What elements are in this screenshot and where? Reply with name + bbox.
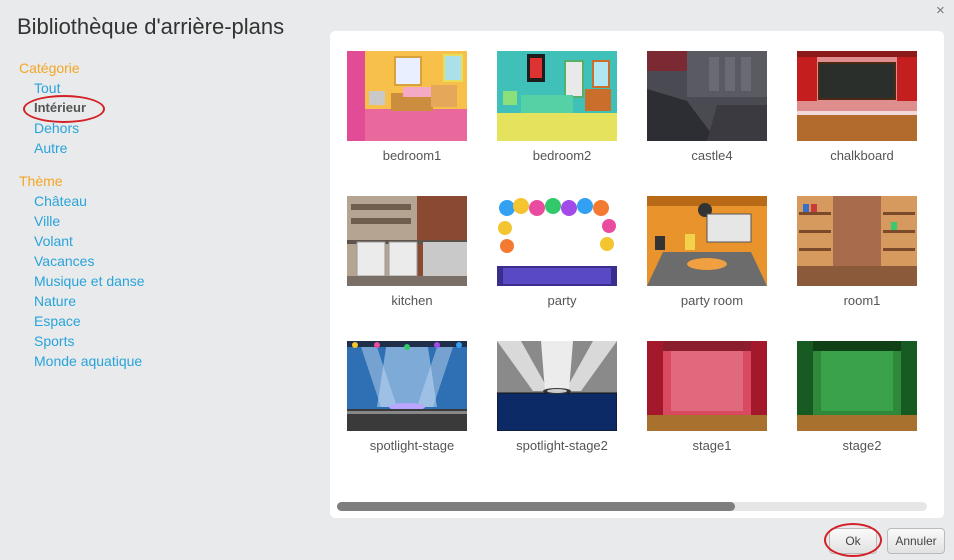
- backdrop-tile-stage1[interactable]: stage1: [637, 341, 767, 476]
- horizontal-scrollbar[interactable]: [337, 502, 927, 511]
- backdrop-tile-room1[interactable]: room1: [787, 196, 917, 331]
- theme-item-nature[interactable]: Nature: [19, 291, 319, 311]
- cancel-button[interactable]: Annuler: [887, 528, 945, 554]
- backdrop-label: room1: [843, 293, 881, 308]
- backdrop-tile-bedroom2[interactable]: bedroom2: [487, 51, 617, 186]
- backdrop-label: chalkboard: [830, 148, 894, 163]
- backdrop-label: party room: [680, 293, 744, 308]
- backdrop-thumbnail: [347, 196, 467, 286]
- theme-item-ville[interactable]: Ville: [19, 211, 319, 231]
- backdrop-tile-party-room[interactable]: party room: [637, 196, 767, 331]
- theme-item-espace[interactable]: Espace: [19, 311, 319, 331]
- backdrop-label: stage2: [842, 438, 882, 453]
- backdrop-tile-castle4[interactable]: castle4: [637, 51, 767, 186]
- backdrop-label: kitchen: [391, 293, 433, 308]
- backdrop-thumbnail: [797, 51, 917, 141]
- backdrop-thumbnail: [647, 196, 767, 286]
- backdrop-thumbnail: [347, 341, 467, 431]
- backdrop-label: spotlight-stage: [369, 438, 455, 453]
- theme-item-vacances[interactable]: Vacances: [19, 251, 319, 271]
- category-section-title: Catégorie: [19, 60, 80, 76]
- backdrop-label: bedroom1: [382, 148, 442, 163]
- backdrop-library-panel: bedroom1 bedroom2 castle4 chalkboard kit…: [330, 31, 944, 518]
- backdrop-tile-bedroom1[interactable]: bedroom1: [337, 51, 467, 186]
- category-item-tout[interactable]: Tout: [19, 78, 319, 98]
- backdrop-label: castle4: [691, 148, 733, 163]
- backdrop-thumbnail: [647, 341, 767, 431]
- category-item-dehors[interactable]: Dehors: [19, 118, 319, 138]
- category-item-interieur[interactable]: Intérieur: [19, 98, 319, 118]
- backdrop-tile-spotlight-stage[interactable]: spotlight-stage: [337, 341, 467, 476]
- close-icon[interactable]: ×: [936, 3, 950, 19]
- backdrop-tile-kitchen[interactable]: kitchen: [337, 196, 467, 331]
- ok-button[interactable]: Ok: [829, 528, 877, 554]
- backdrop-tile-party[interactable]: party: [487, 196, 617, 331]
- theme-item-sports[interactable]: Sports: [19, 331, 319, 351]
- backdrop-label: bedroom2: [532, 148, 592, 163]
- theme-item-chateau[interactable]: Château: [19, 191, 319, 211]
- backdrop-thumbnail: [797, 196, 917, 286]
- backdrop-thumbnail: [797, 341, 917, 431]
- theme-item-volant[interactable]: Volant: [19, 231, 319, 251]
- backdrop-thumbnail: [497, 51, 617, 141]
- theme-item-monde-aquatique[interactable]: Monde aquatique: [19, 351, 319, 371]
- theme-section-title: Thème: [19, 173, 63, 189]
- backdrop-thumbnail: [497, 341, 617, 431]
- backdrop-tile-spotlight-stage2[interactable]: spotlight-stage2: [487, 341, 617, 476]
- backdrop-thumbnail: [647, 51, 767, 141]
- horizontal-scrollbar-thumb[interactable]: [337, 502, 735, 511]
- backdrop-tile-chalkboard[interactable]: chalkboard: [787, 51, 917, 186]
- backdrop-grid: bedroom1 bedroom2 castle4 chalkboard kit…: [330, 31, 944, 501]
- backdrop-label: stage1: [692, 438, 732, 453]
- backdrop-label: party: [547, 293, 577, 308]
- theme-item-musique-et-danse[interactable]: Musique et danse: [19, 271, 319, 291]
- sidebar: Catégorie Tout Intérieur Dehors Autre Th…: [19, 58, 319, 371]
- backdrop-label: spotlight-stage2: [516, 438, 608, 453]
- backdrop-tile-stage2[interactable]: stage2: [787, 341, 917, 476]
- dialog-title: Bibliothèque d'arrière-plans: [17, 14, 285, 39]
- backdrop-thumbnail: [347, 51, 467, 141]
- category-item-autre[interactable]: Autre: [19, 138, 319, 158]
- backdrop-thumbnail: [497, 196, 617, 286]
